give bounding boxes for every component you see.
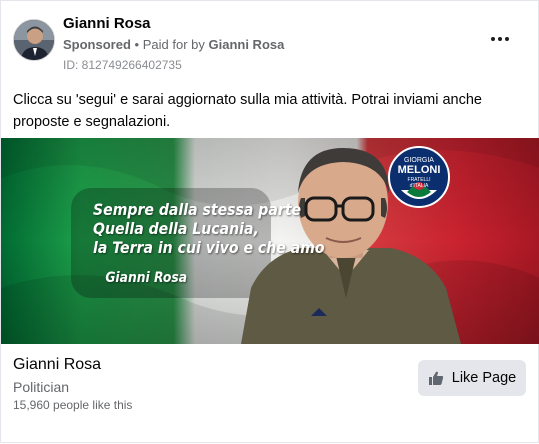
page-name-link[interactable]: Gianni Rosa [63,15,284,33]
page-likes-count: 15,960 people like this [13,398,133,412]
logo-main-text: MELONI [398,164,441,176]
thumbs-up-icon [428,371,443,385]
footer-page-name[interactable]: Gianni Rosa [13,356,101,374]
avatar[interactable] [13,19,55,61]
quote-signature: Gianni Rosa [105,270,188,286]
paid-for-name: Gianni Rosa [208,37,285,52]
sponsored-label[interactable]: Sponsored [63,37,131,52]
sponsored-line: Sponsored • Paid for by Gianni Rosa [63,36,284,54]
banner-quote: Sempre dalla stessa parte Quella della L… [93,200,325,288]
like-page-button[interactable]: Like Page [418,360,526,396]
more-options-icon[interactable] [488,29,512,49]
separator: • [134,37,140,52]
quote-line-2: Quella della Lucania, [93,219,259,238]
post-meta: Gianni Rosa Sponsored • Paid for by Gian… [63,15,284,73]
logo-sub2-text: d'ITALIA [410,183,429,189]
ad-image[interactable]: GIORGIA MELONI FRATELLI d'ITALIA Sempre … [1,138,539,344]
page-category: Politician [13,379,70,395]
like-page-label: Like Page [451,370,517,386]
ad-id: ID: 812749266402735 [63,58,182,72]
quote-line-1: Sempre dalla stessa parte [93,200,302,219]
quote-line-3: la Terra in cui vivo e che amo [93,238,325,257]
page-footer: Gianni Rosa Politician 15,960 people lik… [13,344,526,444]
sponsored-post-card: Gianni Rosa Sponsored • Paid for by Gian… [0,0,539,443]
post-text: Clicca su 'segui' e sarai aggiornato sul… [13,92,482,130]
paid-for-label: Paid for by [142,37,205,52]
logo-top-text: GIORGIA [404,157,434,164]
avatar-image [14,20,54,60]
post-header: Gianni Rosa Sponsored • Paid for by Gian… [13,15,526,73]
